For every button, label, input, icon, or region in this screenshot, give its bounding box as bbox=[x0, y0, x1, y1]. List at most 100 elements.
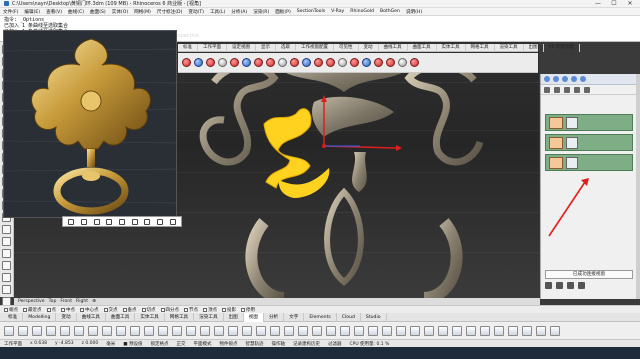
toolbar-tab[interactable]: 工作视窗配置 bbox=[296, 43, 334, 52]
bottom-tab[interactable]: 视图 bbox=[243, 312, 264, 322]
bottom-tool-icon[interactable] bbox=[508, 325, 518, 336]
bottom-tool-icon[interactable] bbox=[480, 325, 490, 336]
cap-icon[interactable] bbox=[302, 58, 311, 67]
right-scrollbar[interactable] bbox=[636, 74, 640, 299]
bottom-tool-icon[interactable] bbox=[172, 325, 182, 336]
save-icon[interactable] bbox=[131, 218, 138, 225]
settings-icon[interactable] bbox=[567, 282, 574, 289]
bottom-tab[interactable]: Modelling bbox=[23, 312, 57, 322]
osnap-checkbox[interactable] bbox=[61, 307, 65, 312]
menu-item[interactable]: 曲线(C) bbox=[68, 9, 84, 15]
bottom-tool-icon[interactable] bbox=[466, 325, 476, 336]
box-icon[interactable] bbox=[194, 58, 203, 67]
bottom-tool-icon[interactable] bbox=[88, 325, 98, 336]
menu-item[interactable]: 工具(L) bbox=[210, 9, 225, 15]
revolve-icon[interactable] bbox=[410, 58, 419, 67]
panel-footer-label[interactable]: 已成功连接视窗 bbox=[545, 270, 633, 279]
panel-tab-icon[interactable] bbox=[580, 76, 586, 82]
menu-item[interactable]: 分析(A) bbox=[231, 9, 247, 15]
left-tool-icon[interactable] bbox=[2, 237, 11, 246]
menu-item[interactable]: 查看(V) bbox=[46, 9, 62, 15]
left-tool-icon[interactable] bbox=[2, 261, 11, 270]
osnap-checkbox[interactable] bbox=[222, 307, 226, 312]
toolbar-tab[interactable]: 选取 bbox=[276, 43, 296, 52]
link-icon[interactable] bbox=[556, 282, 563, 289]
toolbar-tab[interactable]: 变动 bbox=[359, 43, 379, 52]
status-item[interactable]: 锁定格点 bbox=[150, 341, 168, 347]
viewport-tab[interactable]: Top bbox=[49, 299, 57, 304]
toolbar-tab[interactable]: 可见性 bbox=[334, 43, 359, 52]
new-icon[interactable] bbox=[544, 86, 550, 93]
bottom-tab[interactable]: 出图 bbox=[224, 312, 244, 322]
viewport-tab[interactable]: Perspective bbox=[18, 299, 45, 304]
toolbar-tab[interactable]: 工作平面 bbox=[198, 43, 227, 52]
bottom-tool-icon[interactable] bbox=[522, 325, 532, 336]
panel-tab-icon[interactable] bbox=[553, 76, 559, 82]
sphere-icon[interactable] bbox=[182, 58, 191, 67]
left-tool-icon[interactable] bbox=[2, 273, 11, 282]
pipe-icon[interactable] bbox=[326, 58, 335, 67]
maximize-button[interactable]: ☐ bbox=[606, 0, 622, 8]
menu-item[interactable]: 尺寸标注(D) bbox=[157, 9, 183, 15]
menu-item[interactable]: 编辑(E) bbox=[24, 9, 40, 15]
osnap-checkbox[interactable] bbox=[103, 307, 108, 312]
boolean-union-icon[interactable] bbox=[254, 58, 263, 67]
panel-tab-icon[interactable] bbox=[544, 76, 550, 82]
bottom-tool-icon[interactable] bbox=[256, 325, 266, 336]
help-icon[interactable] bbox=[578, 282, 585, 289]
layer-row[interactable] bbox=[545, 114, 633, 131]
bottom-tool-icon[interactable] bbox=[424, 325, 434, 336]
bottom-tool-icon[interactable] bbox=[18, 325, 28, 336]
status-item[interactable]: CPU 使用量: 0.1 % bbox=[349, 341, 389, 347]
bottom-tab[interactable]: 文字 bbox=[284, 312, 305, 322]
bottom-tool-icon[interactable] bbox=[494, 325, 504, 336]
toolbar-tab[interactable]: V6 的新功能 bbox=[544, 43, 580, 52]
bottom-tool-icon[interactable] bbox=[130, 325, 140, 336]
osnap-checkbox[interactable] bbox=[184, 307, 188, 312]
toolbar-tab[interactable]: 网格工具 bbox=[466, 43, 495, 52]
bottom-tool-icon[interactable] bbox=[270, 325, 280, 336]
menu-item[interactable]: 面板(P) bbox=[275, 9, 291, 15]
bottom-tool-icon[interactable] bbox=[550, 325, 560, 336]
status-item[interactable]: 智慧轨迹 bbox=[245, 341, 263, 347]
bottom-tool-icon[interactable] bbox=[340, 325, 350, 336]
status-item[interactable]: 工作平面 bbox=[4, 341, 22, 347]
bottom-tool-icon[interactable] bbox=[396, 325, 406, 336]
bottom-tab[interactable]: 实体工具 bbox=[135, 312, 165, 322]
status-item[interactable]: 正交 bbox=[176, 341, 185, 347]
bottom-tool-icon[interactable] bbox=[214, 325, 224, 336]
layer-row[interactable] bbox=[545, 134, 633, 151]
toolbar-tab[interactable]: 设定视图 bbox=[227, 43, 256, 52]
close-button[interactable]: ✕ bbox=[622, 0, 638, 8]
lock-icon[interactable] bbox=[574, 86, 580, 93]
toolbar-tab[interactable]: 曲面工具 bbox=[408, 43, 437, 52]
left-tool-icon[interactable] bbox=[2, 285, 11, 294]
status-item[interactable]: 记录建构历史 bbox=[293, 341, 320, 347]
bottom-tab[interactable]: Studio bbox=[361, 312, 387, 322]
left-tool-icon[interactable] bbox=[2, 225, 11, 234]
join-icon[interactable] bbox=[350, 58, 359, 67]
viewport-tab[interactable]: Right bbox=[76, 299, 88, 304]
toolbar-tab[interactable]: 出图 bbox=[524, 43, 544, 52]
menu-item[interactable]: 渲染(R) bbox=[253, 9, 269, 15]
bottom-tool-icon[interactable] bbox=[74, 325, 84, 336]
bottom-tool-icon[interactable] bbox=[32, 325, 42, 336]
bottom-tool-icon[interactable] bbox=[382, 325, 392, 336]
pin-icon[interactable] bbox=[156, 218, 163, 225]
bottom-tab[interactable]: 变动 bbox=[56, 312, 77, 322]
bottom-tool-icon[interactable] bbox=[4, 325, 14, 336]
toolbar-tab[interactable]: 标准 bbox=[178, 43, 198, 52]
panel-tab-icon[interactable] bbox=[571, 76, 577, 82]
menu-item[interactable]: BothGen bbox=[380, 9, 400, 14]
menu-item[interactable]: 实体(O) bbox=[112, 9, 128, 15]
shell-icon[interactable] bbox=[290, 58, 299, 67]
torus-icon[interactable] bbox=[230, 58, 239, 67]
copy-icon[interactable] bbox=[144, 218, 151, 225]
bottom-tab[interactable]: 曲线工具 bbox=[77, 312, 106, 322]
offset-icon[interactable] bbox=[374, 58, 383, 67]
status-item[interactable]: 毫米 bbox=[106, 341, 115, 347]
bottom-tool-icon[interactable] bbox=[242, 325, 252, 336]
bottom-tool-icon[interactable] bbox=[298, 325, 308, 336]
status-item[interactable]: 过滤器 bbox=[328, 341, 342, 347]
menu-item[interactable]: 文件(F) bbox=[3, 9, 18, 15]
